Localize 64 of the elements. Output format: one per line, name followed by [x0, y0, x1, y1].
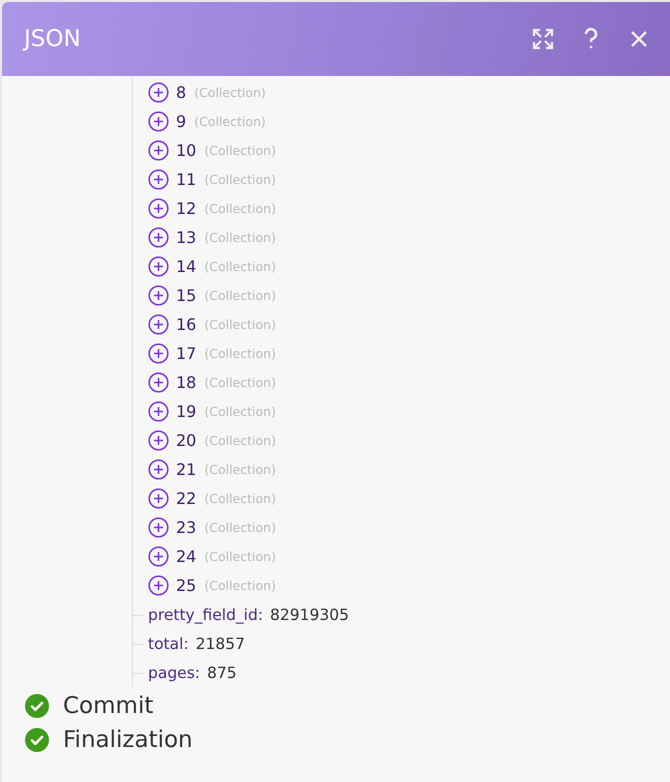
- node-type: (Collection): [204, 491, 276, 506]
- node-type: (Collection): [204, 375, 276, 390]
- node-key: 14: [176, 257, 196, 276]
- node-type: (Collection): [204, 317, 276, 332]
- expand-node-button[interactable]: [148, 256, 169, 277]
- expand-node-button[interactable]: [148, 198, 169, 219]
- expand-node-button[interactable]: [148, 82, 169, 103]
- node-key: 15: [176, 286, 196, 305]
- node-type: (Collection): [204, 433, 276, 448]
- node-type: (Collection): [204, 346, 276, 361]
- node-key: 17: [176, 344, 196, 363]
- node-type: (Collection): [194, 85, 266, 100]
- field-key: total:: [148, 634, 189, 652]
- field-key: pretty_field_id:: [148, 606, 264, 624]
- node-key: 11: [176, 170, 196, 189]
- expand-node-button[interactable]: [148, 459, 169, 480]
- node-key: 9: [176, 112, 186, 131]
- expand-node-button[interactable]: [148, 227, 169, 248]
- node-key: 18: [176, 373, 196, 392]
- node-key: 8: [176, 83, 186, 102]
- expand-node-button[interactable]: [148, 314, 169, 335]
- field-key: pages:: [148, 664, 200, 682]
- field-value: 82919305: [270, 606, 349, 624]
- node-type: (Collection): [204, 259, 276, 274]
- node-type: (Collection): [204, 549, 276, 564]
- node-type: (Collection): [204, 520, 276, 535]
- expand-node-button[interactable]: [148, 575, 169, 596]
- node-type: (Collection): [204, 578, 276, 593]
- expand-node-button[interactable]: [148, 517, 169, 538]
- expand-node-button[interactable]: [148, 169, 169, 190]
- node-key: 20: [176, 431, 196, 450]
- expand-node-button[interactable]: [148, 111, 169, 132]
- expand-button[interactable]: [530, 26, 556, 52]
- node-key: 21: [176, 460, 196, 479]
- node-key: 13: [176, 228, 196, 247]
- node-key: 22: [176, 489, 196, 508]
- node-type: (Collection): [204, 288, 276, 303]
- node-key: 24: [176, 547, 196, 566]
- node-type: (Collection): [204, 230, 276, 245]
- expand-node-button[interactable]: [148, 401, 169, 422]
- node-key: 12: [176, 199, 196, 218]
- step-label: Finalization: [63, 727, 193, 753]
- node-type: (Collection): [194, 114, 266, 129]
- node-type: (Collection): [204, 172, 276, 187]
- node-key: 25: [176, 576, 196, 595]
- expand-node-button[interactable]: [148, 343, 169, 364]
- node-key: 23: [176, 518, 196, 537]
- node-type: (Collection): [204, 404, 276, 419]
- expand-node-button[interactable]: [148, 430, 169, 451]
- expand-node-button[interactable]: [148, 372, 169, 393]
- expand-node-button[interactable]: [148, 488, 169, 509]
- node-type: (Collection): [204, 462, 276, 477]
- node-type: (Collection): [204, 143, 276, 158]
- expand-node-button[interactable]: [148, 285, 169, 306]
- node-key: 10: [176, 141, 196, 160]
- node-type: (Collection): [204, 201, 276, 216]
- field-value: 875: [207, 664, 237, 682]
- node-key: 16: [176, 315, 196, 334]
- expand-node-button[interactable]: [148, 140, 169, 161]
- step-label: Commit: [63, 693, 154, 719]
- field-value: 21857: [196, 634, 245, 652]
- node-key: 19: [176, 402, 196, 421]
- expand-node-button[interactable]: [148, 546, 169, 567]
- window-title: JSON: [24, 26, 82, 52]
